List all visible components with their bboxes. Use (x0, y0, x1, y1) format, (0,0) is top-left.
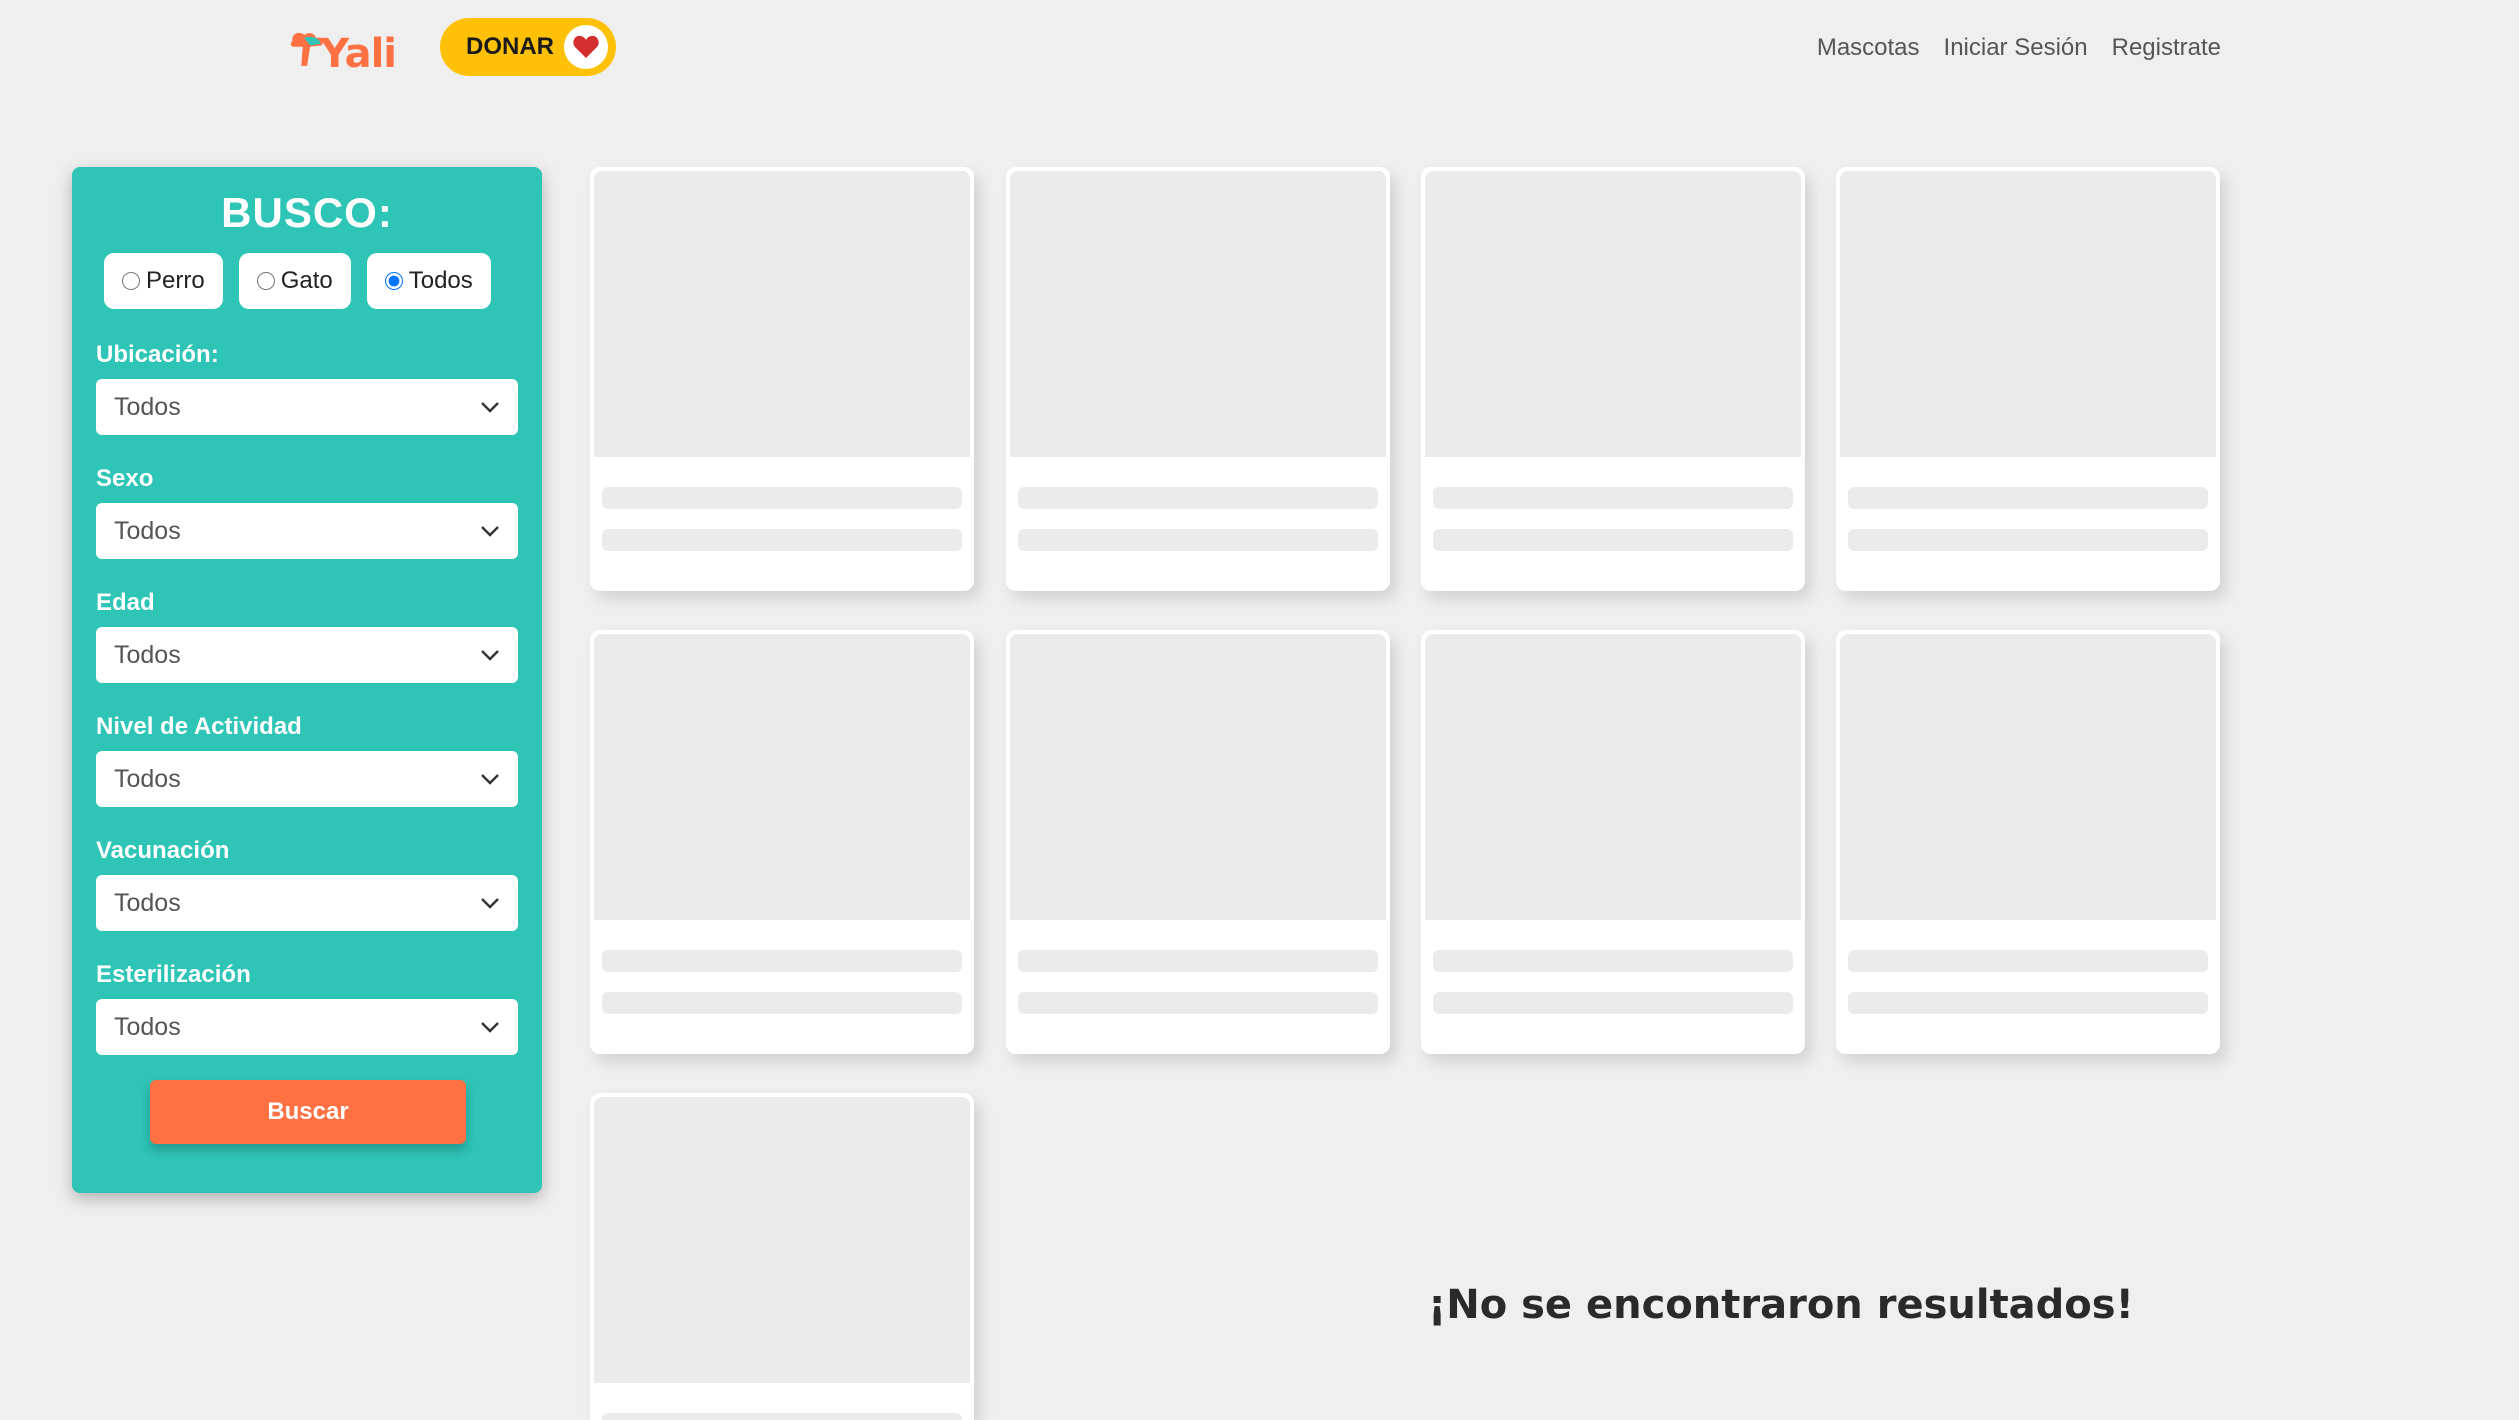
radio-todos[interactable] (384, 272, 403, 290)
card-text-placeholder (1433, 487, 1793, 509)
species-option-gato[interactable]: Gato (238, 253, 351, 309)
card-text-placeholder (1018, 992, 1378, 1014)
heart-icon (564, 25, 608, 69)
label-edad: Edad (96, 589, 155, 616)
card-image-placeholder (1425, 171, 1801, 457)
select-value: Todos (114, 764, 181, 793)
label-nivel-actividad: Nivel de Actividad (96, 713, 302, 740)
card-text-placeholder (1018, 487, 1378, 509)
pet-card-placeholder[interactable] (1836, 630, 2220, 1054)
no-results-message: ¡No se encontraron resultados! (1428, 1282, 2134, 1328)
card-text-placeholder (1018, 529, 1378, 551)
label-vacunacion: Vacunación (96, 837, 230, 864)
logo-text: Yali (320, 31, 397, 77)
pet-card-placeholder[interactable] (1421, 630, 1805, 1054)
pet-card-placeholder[interactable] (1006, 630, 1390, 1054)
card-text-placeholder (1848, 950, 2208, 972)
select-value: Todos (114, 640, 181, 669)
card-text-placeholder (602, 529, 962, 551)
select-sexo[interactable]: Todos (96, 503, 518, 559)
card-text-placeholder (602, 487, 962, 509)
filter-panel: BUSCO: Perro Gato Todos Ubicación: Todos… (72, 167, 542, 1193)
chevron-down-icon (481, 1022, 499, 1033)
chevron-down-icon (481, 898, 499, 909)
radio-gato[interactable] (256, 272, 275, 290)
pet-card-placeholder[interactable] (590, 630, 974, 1054)
card-text-placeholder (1848, 529, 2208, 551)
card-text-placeholder (602, 950, 962, 972)
radio-perro[interactable] (122, 272, 140, 290)
card-image-placeholder (1840, 171, 2216, 457)
card-text-placeholder (1018, 950, 1378, 972)
label-sexo: Sexo (96, 465, 154, 492)
select-vacunacion[interactable]: Todos (96, 875, 518, 931)
yali-logo[interactable]: Yali (288, 18, 397, 77)
pet-card-placeholder[interactable] (1006, 167, 1390, 591)
card-text-placeholder (602, 1413, 962, 1420)
select-edad[interactable]: Todos (96, 627, 518, 683)
main-nav: Mascotas Iniciar Sesión Registrate (1817, 34, 2221, 62)
card-image-placeholder (594, 1097, 970, 1383)
chevron-down-icon (481, 526, 499, 537)
pet-card-placeholder[interactable] (1421, 167, 1805, 591)
card-image-placeholder (1840, 634, 2216, 920)
card-text-placeholder (1848, 992, 2208, 1014)
chevron-down-icon (481, 650, 499, 661)
pet-card-placeholder[interactable] (590, 1093, 974, 1420)
select-value: Todos (114, 888, 181, 917)
select-nivel-actividad[interactable]: Todos (96, 751, 518, 807)
card-text-placeholder (1433, 529, 1793, 551)
chevron-down-icon (481, 402, 499, 413)
label-ubicacion: Ubicación: (96, 341, 219, 368)
search-button[interactable]: Buscar (150, 1080, 466, 1144)
species-label: Todos (408, 267, 473, 294)
card-text-placeholder (602, 992, 962, 1014)
card-image-placeholder (594, 171, 970, 457)
card-text-placeholder (1433, 992, 1793, 1014)
chevron-down-icon (481, 774, 499, 785)
pet-card-placeholder[interactable] (1836, 167, 2220, 591)
card-image-placeholder (1010, 634, 1386, 920)
species-option-todos[interactable]: Todos (366, 253, 491, 309)
label-esterilizacion: Esterilización (96, 961, 251, 988)
species-option-perro[interactable]: Perro (104, 253, 223, 309)
species-label: Gato (280, 267, 333, 294)
card-image-placeholder (1010, 171, 1386, 457)
select-esterilizacion[interactable]: Todos (96, 999, 518, 1055)
card-text-placeholder (1848, 487, 2208, 509)
donate-button[interactable]: DONAR (440, 18, 616, 76)
donate-label: DONAR (466, 33, 554, 60)
card-image-placeholder (1425, 634, 1801, 920)
filter-title: BUSCO: (221, 189, 393, 236)
nav-iniciar-sesion[interactable]: Iniciar Sesión (1944, 34, 2088, 62)
select-value: Todos (114, 1012, 181, 1041)
species-radio-group: Perro Gato Todos (104, 253, 491, 309)
pet-card-placeholder[interactable] (590, 167, 974, 591)
select-value: Todos (114, 392, 181, 421)
card-text-placeholder (1433, 950, 1793, 972)
card-image-placeholder (594, 634, 970, 920)
select-ubicacion[interactable]: Todos (96, 379, 518, 435)
nav-mascotas[interactable]: Mascotas (1817, 34, 1920, 62)
species-label: Perro (146, 267, 205, 294)
nav-registrate[interactable]: Registrate (2112, 34, 2221, 62)
select-value: Todos (114, 516, 181, 545)
